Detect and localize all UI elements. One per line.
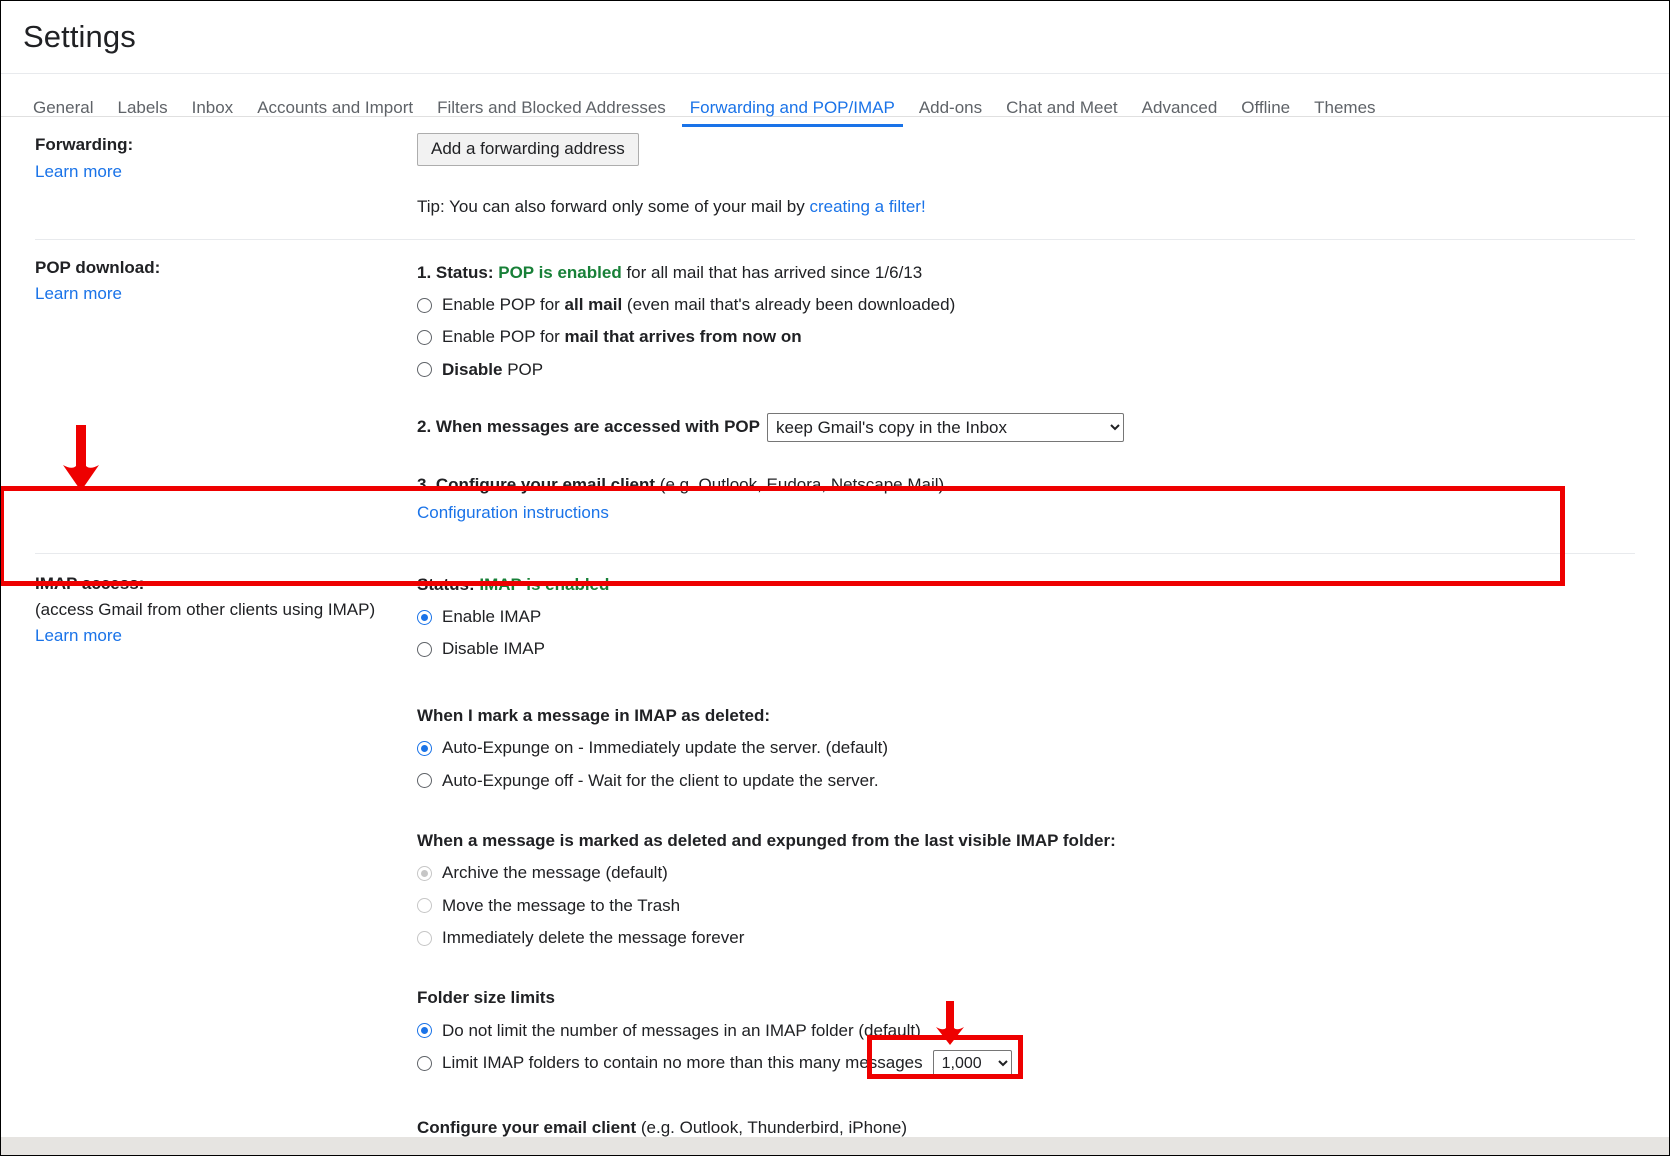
forwarding-tip: Tip: You can also forward only some of y… [417,194,1635,220]
imap-status-prefix: Status: [417,574,480,594]
radio-icon[interactable] [417,1023,432,1039]
folder-size-limits-group: Folder size limits Do not limit the numb… [417,985,1635,1077]
auto-expunge-on-label: Auto-Expunge on - Immediately update the… [442,738,889,758]
pop-step1: 1. Status: POP is enabled for all mail t… [417,260,1635,286]
forwarding-tip-text: Tip: You can also forward only some of y… [417,197,810,217]
auto-expunge-off-label: Auto-Expunge off - Wait for the client t… [442,770,879,790]
pop-body: 1. Status: POP is enabled for all mail t… [417,256,1635,527]
radio-icon [417,865,432,881]
imap-deleted-title: When I mark a message in IMAP as deleted… [417,705,771,725]
radio-icon[interactable] [417,330,432,346]
add-forwarding-address-button[interactable]: Add a forwarding address [417,133,639,167]
pop-option-from-now-on-label: Enable POP for mail that arrives from no… [442,327,802,347]
tab-filters-and-blocked-addresses[interactable]: Filters and Blocked Addresses [425,99,678,126]
pop-step2: 2. When messages are accessed with POP k… [417,413,1635,443]
pop-step1-suffix: for all mail that has arrived since 1/6/… [621,262,923,282]
imap-status-badge: IMAP is enabled [479,574,610,594]
expunged-archive-label: Archive the message (default) [442,863,668,883]
tab-chat-and-meet[interactable]: Chat and Meet [994,99,1130,126]
creating-a-filter-link[interactable]: creating a filter! [809,197,925,216]
tab-add-ons[interactable]: Add-ons [907,99,994,126]
pop-configuration-instructions-link-wrap: Configuration instructions [417,500,1635,526]
folder-size-limits-title: Folder size limits [417,988,555,1008]
expunged-delete-forever-label: Immediately delete the message forever [442,927,745,947]
radio-icon[interactable] [417,740,432,756]
pop-option-disable-label: Disable POP [442,359,544,379]
imap-deleted-group: When I mark a message in IMAP as deleted… [417,703,1635,794]
pop-option-all-mail[interactable]: Enable POP for all mail (even mail that'… [417,292,1635,318]
imap-expunged-title: When a message is marked as deleted and … [417,830,1116,850]
expunged-trash-label: Move the message to the Trash [442,895,681,915]
imap-option-enable[interactable]: Enable IMAP [417,604,1635,630]
configure-client-rest: (e.g. Outlook, Thunderbird, iPhone) [636,1117,908,1137]
window-bottom-shadow [1,1137,1669,1155]
settings-content: Forwarding: Learn more Add a forwarding … [1,117,1669,1155]
configure-client-bold: Configure your email client [417,1117,637,1137]
forwarding-body: Add a forwarding address Tip: You can al… [417,133,1635,221]
imap-body: Status: IMAP is enabled Enable IMAP Disa… [417,572,1635,663]
tab-themes[interactable]: Themes [1302,99,1387,126]
tab-advanced[interactable]: Advanced [1130,99,1230,126]
folder-limit-label: Limit IMAP folders to contain no more th… [442,1053,923,1073]
tab-labels[interactable]: Labels [105,99,179,126]
settings-tabbar: General Labels Inbox Accounts and Import… [1,73,1669,127]
imap-option-disable[interactable]: Disable IMAP [417,636,1635,662]
forwarding-label: Forwarding: [35,135,134,154]
folder-limit-option[interactable]: Limit IMAP folders to contain no more th… [417,1049,1635,1077]
pop-status-badge: POP is enabled [498,262,622,282]
tab-forwarding-and-pop-imap[interactable]: Forwarding and POP/IMAP [678,99,907,127]
imap-label-col: IMAP access: (access Gmail from other cl… [35,572,417,663]
pop-step3: 3. Configure your email client (e.g. Out… [417,472,1635,498]
pop-configuration-instructions-link[interactable]: Configuration instructions [417,503,609,522]
expunged-trash-option: Move the message to the Trash [417,893,1635,919]
auto-expunge-off-option[interactable]: Auto-Expunge off - Wait for the client t… [417,768,1635,794]
forwarding-label-col: Forwarding: Learn more [35,133,417,221]
pop-label: POP download: [35,257,161,277]
tab-accounts-and-import[interactable]: Accounts and Import [245,99,425,126]
tab-general[interactable]: General [21,99,105,126]
imap-settings-body: When I mark a message in IMAP as deleted… [417,703,1635,1155]
pop-option-all-mail-label: Enable POP for all mail (even mail that'… [442,295,956,315]
expunged-delete-forever-option: Immediately delete the message forever [417,925,1635,951]
radio-icon[interactable] [417,362,432,378]
radio-icon[interactable] [417,609,432,625]
radio-icon[interactable] [417,1055,432,1071]
forwarding-learn-more-link[interactable]: Learn more [35,162,417,182]
radio-icon[interactable] [417,642,432,658]
pop-learn-more-link[interactable]: Learn more [35,284,417,304]
imap-learn-more-link[interactable]: Learn more [35,626,417,646]
imap-option-disable-label: Disable IMAP [442,639,545,659]
pop-download-section: POP download: Learn more 1. Status: POP … [35,240,1635,554]
pop-step1-prefix: 1. Status: [417,262,499,282]
radio-icon [417,930,432,946]
radio-icon[interactable] [417,297,432,313]
imap-option-enable-label: Enable IMAP [442,607,542,627]
imap-access-label: IMAP access: [35,573,145,593]
tab-inbox[interactable]: Inbox [180,99,246,126]
pop-label-col: POP download: Learn more [35,256,417,527]
imap-settings-spacer [35,703,417,1155]
radio-icon[interactable] [417,773,432,789]
pop-step2-label: 2. When messages are accessed with POP [417,417,760,437]
folder-limit-count-select[interactable]: 1,000 2,000 5,000 10,000 [932,1049,1012,1077]
no-folder-limit-label: Do not limit the number of messages in a… [442,1020,921,1040]
imap-expunged-group: When a message is marked as deleted and … [417,828,1635,951]
forwarding-section: Forwarding: Learn more Add a forwarding … [35,117,1635,240]
tab-offline[interactable]: Offline [1229,99,1302,126]
imap-access-sublabel: (access Gmail from other clients using I… [35,600,376,620]
radio-icon [417,898,432,914]
imap-access-section: IMAP access: (access Gmail from other cl… [35,554,1635,681]
imap-status-line: Status: IMAP is enabled [417,572,1635,598]
pop-option-disable[interactable]: Disable POP [417,357,1635,383]
imap-settings-section: When I mark a message in IMAP as deleted… [35,681,1635,1155]
pop-option-from-now-on[interactable]: Enable POP for mail that arrives from no… [417,324,1635,350]
pop-access-action-select[interactable]: keep Gmail's copy in the Inbox mark Gmai… [767,413,1124,443]
pop-step3-bold: 3. Configure your email client [417,475,656,495]
settings-page: Settings General Labels Inbox Accounts a… [0,0,1670,1156]
no-folder-limit-option[interactable]: Do not limit the number of messages in a… [417,1018,1635,1044]
page-title: Settings [23,19,136,54]
auto-expunge-on-option[interactable]: Auto-Expunge on - Immediately update the… [417,735,1635,761]
expunged-archive-option: Archive the message (default) [417,860,1635,886]
pop-step3-rest: (e.g. Outlook, Eudora, Netscape Mail) [655,475,945,495]
